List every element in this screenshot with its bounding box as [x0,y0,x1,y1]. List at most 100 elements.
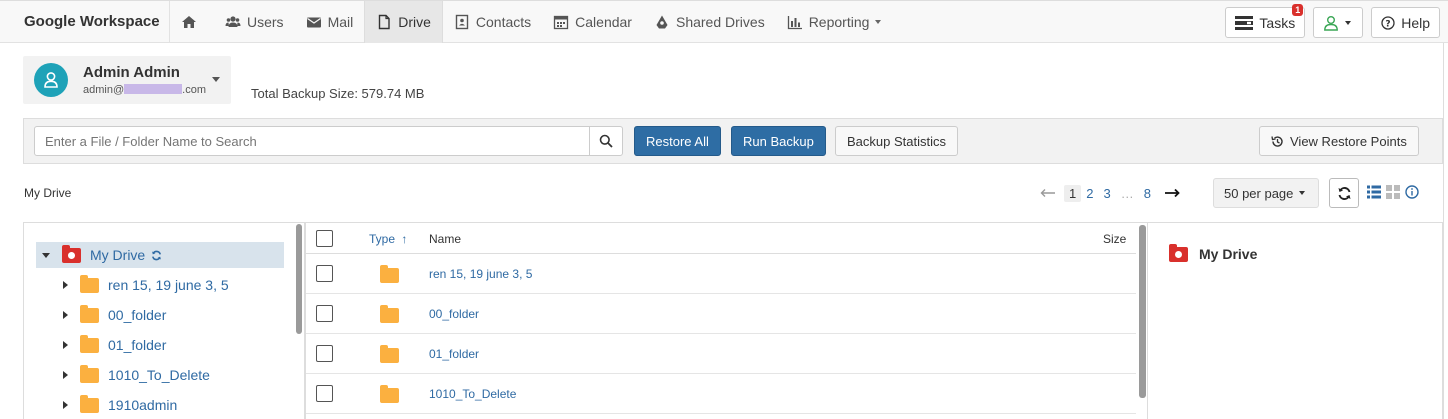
nav-users[interactable]: Users [214,1,295,43]
expand-down-icon[interactable] [42,252,50,258]
row-checkbox[interactable] [316,385,333,402]
nav-reporting[interactable]: Reporting [776,1,893,43]
cloud-icon [656,15,668,29]
account-selector[interactable]: Admin Admin admin@ .com [23,56,231,104]
folder-icon [80,394,99,413]
file-icon [379,14,390,30]
redacted-block [124,84,183,94]
backup-statistics-button[interactable]: Backup Statistics [835,126,958,156]
refresh-button[interactable] [1329,178,1359,208]
tree-item[interactable]: 00_folder [36,302,166,328]
nav-mail-label: Mail [327,14,354,30]
folder-icon [380,265,399,283]
row-name[interactable]: 01_folder [429,347,479,361]
tree-item-my-drive[interactable]: My Drive [36,242,284,268]
tree-root-label: My Drive [90,247,146,263]
per-page-select[interactable]: 50 per page [1213,178,1319,208]
row-name[interactable]: 1010_To_Delete [429,387,516,401]
tree-scrollbar[interactable] [296,224,302,334]
expand-right-icon[interactable] [63,311,68,319]
view-restore-points-button[interactable]: View Restore Points [1259,126,1419,156]
table-row[interactable]: 00_folder [306,294,1136,334]
page-3[interactable]: 3 [1098,186,1115,201]
tree-item-label: 01_folder [108,337,167,353]
folder-icon [380,385,399,403]
row-checkbox[interactable] [316,345,333,362]
row-name[interactable]: ren 15, 19 june 3, 5 [429,267,532,281]
expand-right-icon[interactable] [63,341,68,349]
details-title: My Drive [1169,243,1257,262]
arrow-left-icon[interactable] [1040,188,1056,198]
view-toggle [1367,185,1419,199]
breadcrumb: My Drive [24,186,72,200]
tasks-icon [1235,15,1254,30]
tree-item[interactable]: 01_folder [36,332,166,358]
pagination: 1 2 3 … 8 [1040,183,1180,203]
table-row[interactable]: 01_folder [306,334,1136,374]
brand-title[interactable]: Google Workspace [24,1,160,43]
list-view-icon[interactable] [1367,185,1381,199]
chevron-down-icon[interactable] [212,77,220,82]
chevron-down-icon [1345,20,1352,25]
column-size[interactable]: Size [1103,232,1126,246]
folder-icon [80,334,99,353]
user-email: admin@ .com [83,84,206,96]
chevron-down-icon [875,20,882,24]
table-row[interactable]: 1010_To_Delete [306,374,1136,414]
sort-ascending-icon: ↑ [401,232,408,246]
tree-item[interactable]: ren 15, 19 june 3, 5 [36,272,229,298]
per-page-value: 50 per page [1224,185,1294,201]
page-2[interactable]: 2 [1081,186,1098,201]
page-8[interactable]: 8 [1139,186,1156,201]
row-checkbox[interactable] [316,265,333,282]
restore-all-button[interactable]: Restore All [634,126,721,156]
nav-calendar[interactable]: Calendar [542,1,643,43]
nav-contacts[interactable]: Contacts [443,1,542,43]
tree-item[interactable]: 1010_To_Delete [36,362,210,388]
contact-card-icon [455,14,469,30]
nav-home[interactable] [170,1,214,43]
nav-users-label: Users [247,14,284,30]
nav-shared-drives[interactable]: Shared Drives [643,1,776,43]
tasks-button[interactable]: Tasks 1 [1225,4,1306,38]
folder-icon [80,364,99,383]
expand-right-icon[interactable] [63,401,68,409]
tree-item-label: 1010_To_Delete [108,367,210,383]
info-icon[interactable] [1405,185,1419,199]
search-input[interactable] [34,126,590,156]
calendar-icon [554,15,569,30]
row-name[interactable]: 00_folder [429,307,479,321]
help-button[interactable]: ? Help [1371,7,1440,38]
bar-chart-icon [787,16,802,30]
tree-item-label: 1910admin [108,397,178,413]
nav-drive[interactable]: Drive [364,1,443,43]
user-menu-button[interactable] [1313,7,1364,38]
avatar [34,63,68,97]
run-backup-button[interactable]: Run Backup [731,126,826,156]
nav-contacts-label: Contacts [475,14,532,30]
list-scrollbar[interactable] [1139,225,1146,398]
grid-view-icon[interactable] [1386,185,1400,199]
home-icon [182,16,196,28]
tree-item-label: 00_folder [108,307,167,323]
nav-mail[interactable]: Mail [295,1,365,43]
folder-icon [380,305,399,323]
page-1[interactable]: 1 [1064,184,1082,202]
search-button[interactable] [589,126,623,156]
select-all-checkbox[interactable] [316,230,333,247]
column-type-label: Type [369,232,396,246]
nav-reporting-label: Reporting [808,14,870,30]
refresh-icon[interactable] [151,250,162,261]
table-row[interactable]: ren 15, 19 june 3, 5 [306,254,1136,294]
arrow-right-icon[interactable] [1164,188,1180,198]
user-email-prefix: admin@ [83,84,125,96]
folder-icon [80,304,99,323]
column-type[interactable]: Type ↑ [369,232,407,246]
page-right-border [1443,43,1444,419]
row-checkbox[interactable] [316,305,333,322]
column-name[interactable]: Name [429,232,461,246]
user-email-suffix: .com [182,84,206,96]
expand-right-icon[interactable] [63,281,68,289]
expand-right-icon[interactable] [63,371,68,379]
tree-item[interactable]: 1910admin [36,392,177,418]
